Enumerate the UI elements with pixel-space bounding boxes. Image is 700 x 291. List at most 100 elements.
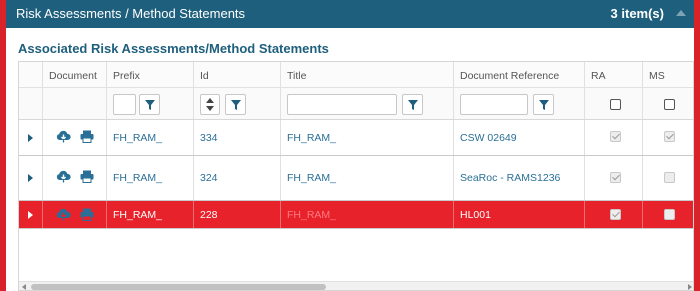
grid-header-row: Document Prefix Id Title Document Refere… (19, 62, 693, 88)
doc-ref-cell: CSW 02649 (454, 120, 585, 155)
table-row-selected[interactable]: FH_RAM_ 228 FH_RAM_ HL001 (19, 201, 693, 229)
prefix-cell: FH_RAM_ (107, 201, 194, 228)
col-ra-header[interactable]: RA (585, 62, 643, 87)
title-cell: FH_RAM_ (281, 156, 454, 200)
filter-icon (539, 100, 549, 110)
col-doc-ref-label: Document Reference (460, 70, 560, 82)
filter-document-cell (43, 88, 107, 119)
grid-filter-row (19, 88, 693, 120)
prefix-filter-button[interactable] (139, 94, 160, 115)
ra-cell (585, 156, 643, 200)
collapse-caret-icon[interactable] (676, 10, 686, 16)
col-title-header[interactable]: Title (281, 62, 454, 87)
ram-grid: Document Prefix Id Title Document Refere… (18, 61, 694, 291)
ra-cell (585, 201, 643, 228)
title-link[interactable]: FH_RAM_ (287, 209, 336, 221)
ra-checkbox (610, 131, 621, 142)
expand-cell[interactable] (19, 156, 43, 200)
prefix-filter-input[interactable] (113, 94, 136, 115)
cloud-download-icon[interactable] (56, 130, 71, 143)
ms-checkbox (664, 172, 675, 183)
ms-checkbox (664, 209, 675, 220)
stepper-up-icon[interactable] (206, 98, 214, 103)
expand-row-icon[interactable] (28, 134, 33, 142)
doc-ref-value: CSW 02649 (460, 132, 517, 144)
id-filter-button[interactable] (225, 94, 246, 115)
ms-checkbox (664, 131, 675, 142)
doc-ref-filter-input[interactable] (460, 94, 528, 115)
filter-doc-ref-cell (454, 88, 585, 119)
doc-ref-cell: HL001 (454, 201, 585, 228)
col-ra-label: RA (591, 70, 606, 82)
col-doc-ref-header[interactable]: Document Reference (454, 62, 585, 87)
col-id-header[interactable]: Id (194, 62, 281, 87)
ra-checkbox (610, 209, 621, 220)
expand-row-icon[interactable] (28, 211, 33, 219)
ms-cell (643, 156, 693, 200)
id-value: 324 (200, 172, 218, 184)
ra-cell (585, 120, 643, 155)
col-prefix-label: Prefix (113, 70, 140, 82)
print-icon[interactable] (80, 130, 94, 143)
id-cell: 228 (194, 201, 281, 228)
cloud-download-icon[interactable] (56, 170, 71, 183)
col-expand-header (19, 62, 43, 87)
id-cell: 334 (194, 120, 281, 155)
cloud-download-icon[interactable] (56, 208, 71, 221)
horizontal-scrollbar[interactable] (19, 281, 693, 290)
scroll-right-icon[interactable] (688, 284, 692, 290)
scrollbar-thumb[interactable] (31, 284, 326, 290)
prefix-value: FH_RAM_ (113, 172, 163, 184)
ms-filter-checkbox[interactable] (664, 99, 675, 110)
id-cell: 324 (194, 156, 281, 200)
title-link[interactable]: FH_RAM_ (287, 132, 336, 144)
filter-ms-cell (643, 88, 693, 119)
col-title-label: Title (287, 70, 307, 82)
panel-header[interactable]: Risk Assessments / Method Statements 3 i… (6, 0, 694, 28)
doc-ref-cell: SeaRoc - RAMS1236 (454, 156, 585, 200)
ms-cell (643, 201, 693, 228)
col-document-header[interactable]: Document (43, 62, 107, 87)
table-row[interactable]: FH_RAM_ 334 FH_RAM_ CSW 02649 (19, 120, 693, 156)
expand-cell[interactable] (19, 201, 43, 228)
item-count: 3 item(s) (610, 6, 664, 21)
filter-icon (145, 100, 155, 110)
table-row[interactable]: FH_RAM_ 324 FH_RAM_ SeaRoc - RAMS1236 (19, 156, 693, 201)
col-document-label: Document (49, 70, 97, 82)
col-ms-header[interactable]: MS (643, 62, 693, 87)
filter-title-cell (281, 88, 454, 119)
col-prefix-header[interactable]: Prefix (107, 62, 194, 87)
scroll-left-icon[interactable] (22, 284, 26, 290)
document-cell (43, 156, 107, 200)
id-value: 334 (200, 132, 218, 144)
document-cell (43, 120, 107, 155)
title-filter-button[interactable] (402, 94, 423, 115)
doc-ref-filter-button[interactable] (533, 94, 554, 115)
filter-expand-cell (19, 88, 43, 119)
filter-icon (231, 100, 241, 110)
filter-id-cell (194, 88, 281, 119)
col-id-label: Id (200, 70, 209, 82)
title-filter-input[interactable] (287, 94, 397, 115)
prefix-value: FH_RAM_ (113, 132, 163, 144)
title-cell: FH_RAM_ (281, 201, 454, 228)
title-link[interactable]: FH_RAM_ (287, 172, 336, 184)
panel-title: Risk Assessments / Method Statements (16, 6, 246, 21)
filter-ra-cell (585, 88, 643, 119)
id-filter-stepper[interactable] (200, 94, 220, 115)
document-cell (43, 201, 107, 228)
print-icon[interactable] (80, 170, 94, 183)
col-ms-label: MS (649, 70, 665, 82)
doc-ref-value: HL001 (460, 209, 491, 221)
filter-prefix-cell (107, 88, 194, 119)
print-icon[interactable] (80, 208, 94, 221)
id-value: 228 (200, 209, 218, 221)
risk-assessment-panel: Risk Assessments / Method Statements 3 i… (6, 0, 694, 291)
title-cell: FH_RAM_ (281, 120, 454, 155)
filter-icon (408, 100, 418, 110)
expand-cell[interactable] (19, 120, 43, 155)
ra-filter-checkbox[interactable] (610, 99, 621, 110)
ra-checkbox (610, 172, 621, 183)
stepper-down-icon[interactable] (206, 106, 214, 111)
expand-row-icon[interactable] (28, 174, 33, 182)
